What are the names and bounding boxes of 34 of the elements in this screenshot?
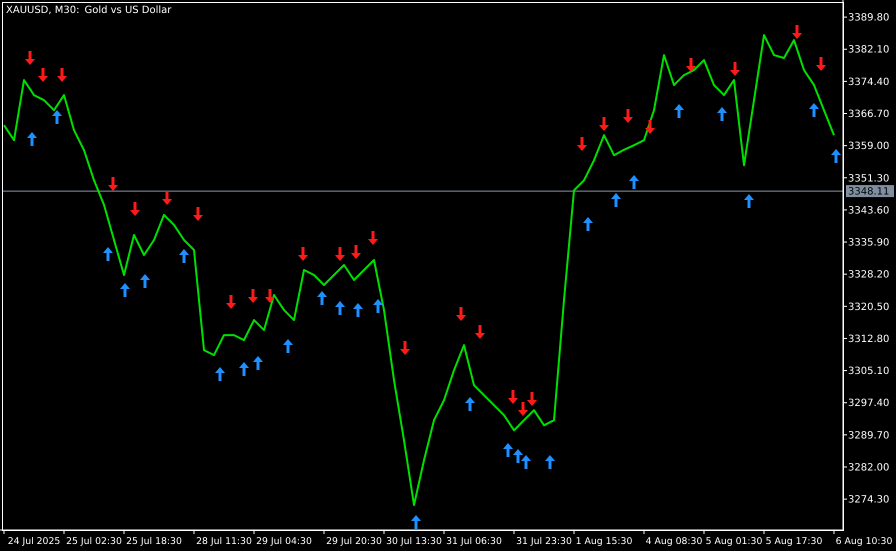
time-axis-label: 4 Aug 08:30 — [646, 536, 702, 547]
symbol-label: XAUUSD, M30: — [6, 4, 80, 17]
price-axis-label: 3343.60 — [848, 205, 890, 216]
price-axis-label: 3351.30 — [848, 173, 890, 184]
price-axis-label: 3274.30 — [848, 494, 890, 506]
symbol-description: Gold vs US Dollar — [84, 4, 172, 17]
time-axis-label: 30 Jul 13:30 — [386, 536, 442, 547]
price-axis-label: 3389.80 — [848, 12, 890, 24]
price-axis-label: 3366.70 — [848, 109, 890, 120]
time-axis-label: 28 Jul 11:30 — [196, 536, 252, 547]
time-axis-label: 5 Aug 01:30 — [706, 536, 762, 547]
price-axis-label: 3282.00 — [848, 462, 890, 474]
time-axis-label: 31 Jul 06:30 — [446, 536, 502, 547]
current-price-tag: 3348.11 — [846, 185, 894, 198]
time-axis-label: 29 Jul 20:30 — [326, 536, 382, 547]
time-axis-label: 25 Jul 02:30 — [66, 536, 122, 547]
price-axis-label: 3328.20 — [848, 270, 890, 281]
price-axis-label: 3312.80 — [848, 334, 890, 345]
price-axis-label: 3359.00 — [848, 141, 890, 152]
price-axis-label: 3320.50 — [848, 302, 890, 313]
price-axis-label: 3374.40 — [848, 76, 890, 88]
time-axis-label: 24 Jul 2025 — [8, 536, 60, 547]
time-axis-label: 5 Aug 17:30 — [766, 536, 822, 547]
price-axis-label: 3305.10 — [848, 366, 890, 378]
time-axis-label: 31 Jul 23:30 — [516, 536, 572, 547]
time-axis-label: 29 Jul 04:30 — [256, 536, 312, 547]
price-axis-label: 3289.70 — [848, 430, 890, 442]
time-axis-label: 1 Aug 15:30 — [576, 536, 632, 547]
price-axis-label: 3297.40 — [848, 398, 890, 410]
time-axis-label: 6 Aug 10:30 — [836, 536, 892, 547]
price-axis-label: 3335.90 — [848, 238, 890, 249]
price-axis-label: 3382.10 — [848, 44, 890, 56]
time-axis-label: 25 Jul 18:30 — [126, 536, 182, 547]
ref-line-label: 3348.11 — [848, 186, 890, 198]
